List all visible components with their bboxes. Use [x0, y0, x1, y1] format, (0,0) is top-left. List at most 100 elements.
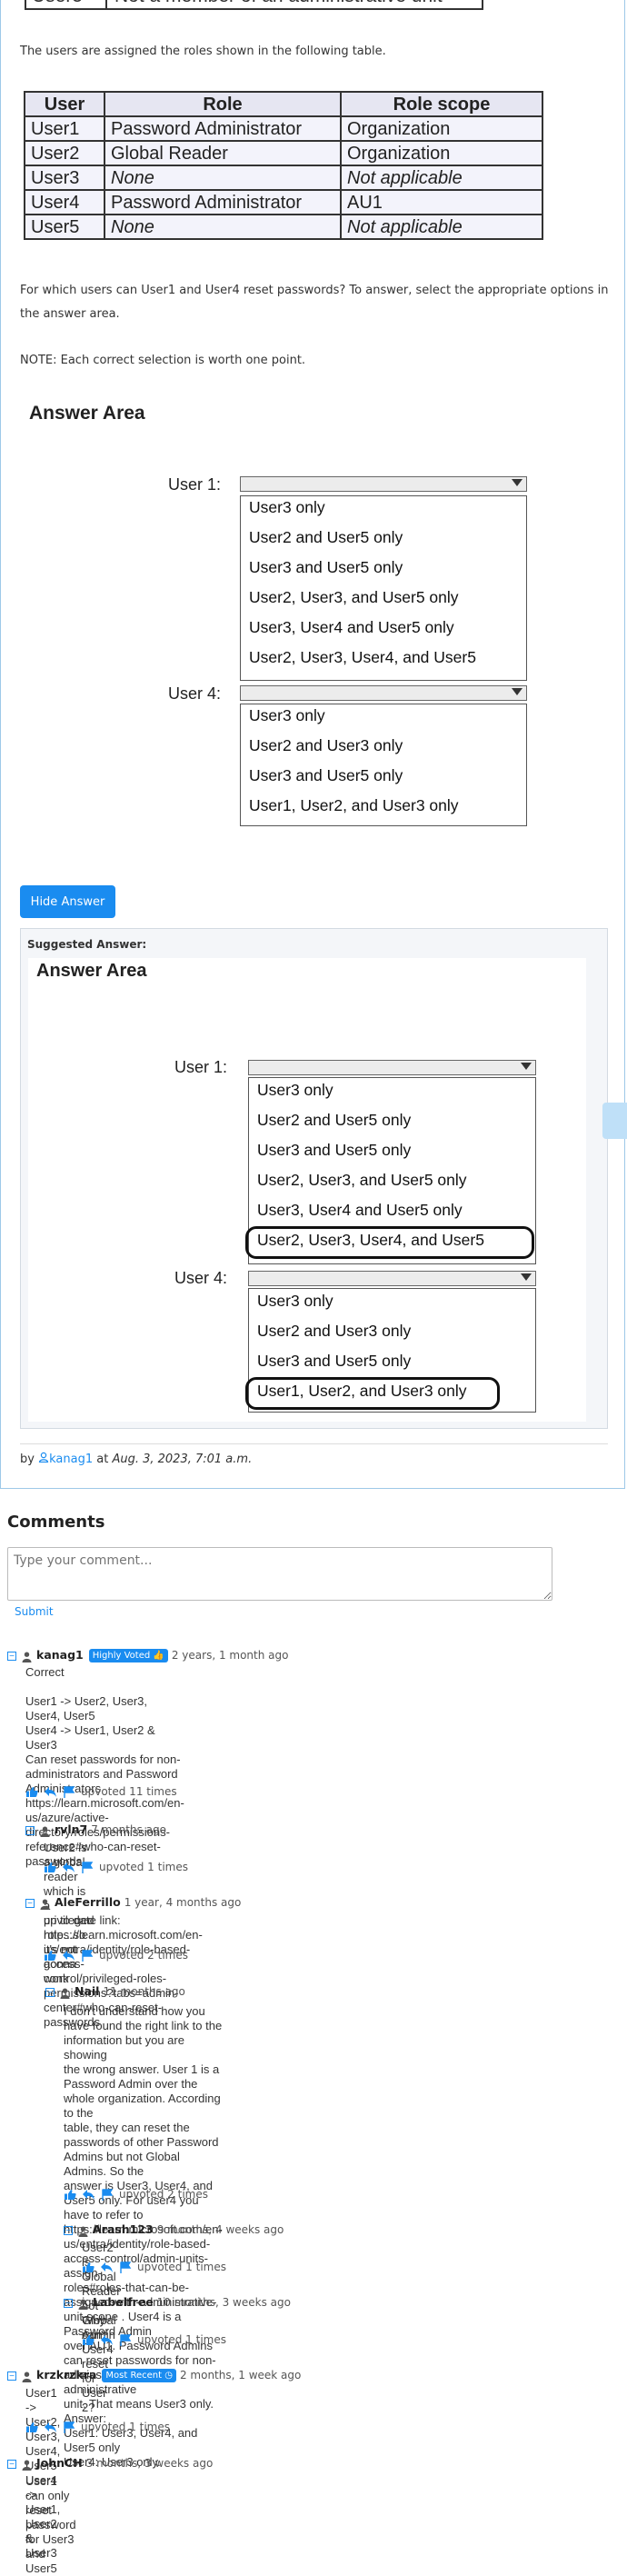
thumbs-up-icon[interactable] [25, 1786, 38, 1798]
user-icon [40, 1825, 50, 1837]
user-icon [38, 1452, 49, 1463]
reply-icon[interactable] [62, 1862, 75, 1873]
user4-option: User2 and User3 only [257, 1322, 412, 1340]
comment-username[interactable]: rvln7 [55, 1822, 87, 1836]
flag-icon[interactable] [63, 1786, 75, 1798]
comment-username[interactable]: AleFerrillo [55, 1895, 121, 1909]
user1-dropdown [248, 1060, 536, 1075]
reply-icon[interactable] [82, 2189, 95, 2201]
user1-options-list: User3 only User2 and User5 only User3 an… [245, 1077, 536, 1264]
byline-prefix: by [20, 1453, 35, 1466]
reply-icon[interactable] [100, 2261, 114, 2273]
comment-input[interactable] [7, 1547, 552, 1601]
user1-option[interactable]: User2, User3, User4, and User5 [249, 648, 476, 667]
collapse-icon[interactable]: − [64, 2298, 73, 2308]
user1-dropdown[interactable] [240, 476, 527, 492]
table-row: User2 Global Reader Organization [24, 140, 543, 166]
user4-option[interactable]: User3 only [249, 706, 325, 725]
comment-text: User1 can only reset password for User3 … [25, 2474, 80, 2575]
comment-username[interactable]: kanag1 [36, 1648, 84, 1662]
comment-actions: upvoted 1 times [44, 1861, 188, 1875]
user4-option[interactable]: User3 and User5 only [249, 766, 403, 785]
collapse-icon[interactable]: − [7, 2459, 16, 2469]
comment-actions: upvoted 11 times [25, 1785, 177, 1800]
user-icon [78, 2298, 88, 2310]
user-icon [40, 1898, 50, 1910]
header-user: User [24, 91, 105, 117]
user1-label: User 1: [168, 475, 222, 494]
comment-time: 11 months ago [103, 1985, 185, 1998]
table-row: User1 Password Administrator Organizatio… [24, 115, 543, 142]
collapse-icon[interactable]: − [25, 1825, 35, 1835]
roles-table: User Role Role scope User1 Password Admi… [24, 91, 543, 240]
cell: Organization [340, 140, 543, 166]
reply-icon[interactable] [100, 2334, 114, 2346]
comment-username[interactable]: Nail [75, 1984, 99, 1998]
comment-username[interactable]: Labelfree [93, 2295, 154, 2309]
byline: by kanag1 at Aug. 3, 2023, 7:01 a.m. [20, 1452, 252, 1466]
user1-option: User3, User4 and User5 only [257, 1201, 463, 1219]
highly-voted-badge: Highly Voted 👍 [88, 1649, 168, 1663]
comment-actions: upvoted 2 times [44, 1949, 188, 1963]
comment-username[interactable]: Arash123 [93, 2222, 154, 2236]
flag-icon[interactable] [81, 1862, 94, 1873]
scroll-top-tab[interactable] [602, 1103, 627, 1139]
thumbs-up-icon[interactable] [44, 1950, 56, 1962]
comments-heading: Comments [7, 1513, 105, 1532]
comment-time: 2 months, 1 week ago [179, 2369, 302, 2381]
header-scope: Role scope [340, 91, 543, 117]
flag-icon[interactable] [63, 2421, 75, 2433]
thumbs-up-icon[interactable] [82, 2334, 95, 2346]
flag-icon[interactable] [119, 2261, 132, 2273]
thumbs-up-icon: 👍 [153, 1651, 164, 1662]
thumbs-up-icon[interactable] [64, 2189, 76, 2201]
collapse-icon[interactable]: − [64, 2225, 73, 2235]
thumbs-up-icon[interactable] [82, 2261, 95, 2273]
prompt-line-1: For which users can User1 and User4 rese… [20, 284, 609, 297]
flag-icon[interactable] [101, 2189, 114, 2201]
user1-option[interactable]: User3, User4 and User5 only [249, 618, 454, 637]
question-card: User5 Not a member of an administrative … [0, 0, 625, 1489]
user1-option[interactable]: User3 and User5 only [249, 558, 403, 577]
suggested-answer-image: Answer Area User 1: User3 only User2 and… [28, 958, 586, 1422]
reply-icon[interactable] [62, 1950, 75, 1962]
most-recent-badge: Most Recent ◷ [102, 2369, 176, 2383]
cell: User1 [24, 115, 105, 142]
comment-username[interactable]: JohnCH [36, 2456, 83, 2470]
cell: User3 [24, 165, 105, 191]
user4-option[interactable]: User2 and User3 only [249, 736, 403, 755]
author-link[interactable]: kanag1 [38, 1452, 93, 1466]
vote-count: upvoted 1 times [137, 2261, 226, 2273]
cell: Password Administrator [104, 189, 342, 215]
user1-option: User3 only [257, 1081, 333, 1099]
vote-count: upvoted 1 times [99, 1861, 188, 1873]
reply-icon[interactable] [44, 2421, 57, 2433]
collapse-icon[interactable]: − [7, 2371, 16, 2381]
hide-answer-button[interactable]: Hide Answer [20, 885, 115, 918]
submit-link[interactable]: Submit [15, 1605, 54, 1618]
table-row-partial: User5 Not a member of an administrative … [25, 0, 483, 10]
user4-option[interactable]: User1, User2, and User3 only [249, 796, 459, 815]
user4-dropdown[interactable] [240, 685, 527, 701]
flag-icon[interactable] [119, 2334, 132, 2346]
comment-username[interactable]: krzkrzkra [36, 2368, 96, 2381]
user4-dropdown [248, 1271, 536, 1286]
vote-count: upvoted 1 times [137, 2333, 226, 2346]
cell-value: Not a member of an administrative unit [109, 0, 482, 8]
comment-actions: upvoted 1 times [82, 2261, 226, 2275]
collapse-icon[interactable]: − [45, 1987, 55, 1997]
user1-option[interactable]: User2, User3, and User5 only [249, 588, 459, 607]
reply-icon[interactable] [44, 1786, 57, 1798]
user1-option[interactable]: User2 and User5 only [249, 528, 403, 547]
user1-option[interactable]: User3 only [249, 498, 325, 517]
flag-icon[interactable] [81, 1950, 94, 1962]
user4-options-list: User3 only User2 and User3 only User3 an… [240, 704, 527, 826]
thumbs-up-icon[interactable] [25, 2421, 38, 2433]
comment-text: Why can't User4 reset for User 2? [82, 2313, 117, 2414]
collapse-icon[interactable]: − [7, 1651, 16, 1661]
chevron-down-icon [521, 1063, 532, 1070]
collapse-icon[interactable]: − [25, 1898, 35, 1908]
comment-time: 9 months, 4 weeks ago [156, 2223, 284, 2236]
comment-time: 10 months, 3 weeks ago [156, 2296, 291, 2309]
thumbs-up-icon[interactable] [44, 1862, 56, 1873]
